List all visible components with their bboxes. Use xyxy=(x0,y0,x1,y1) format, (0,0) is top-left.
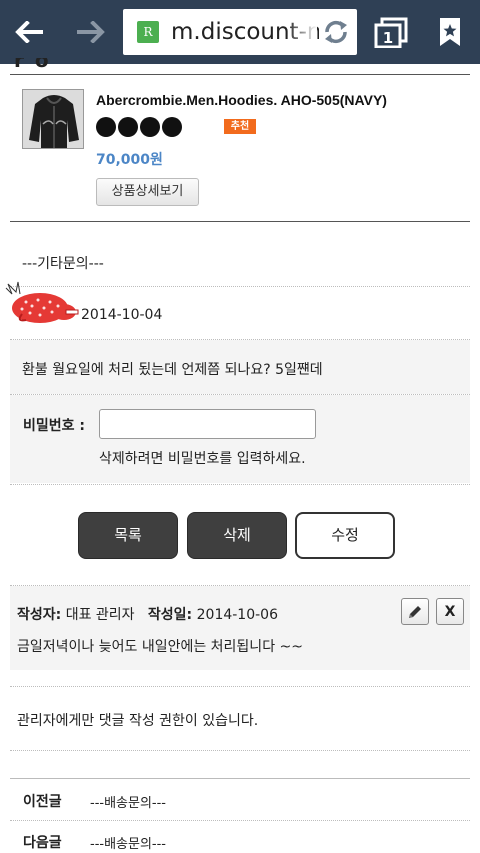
rating-dot xyxy=(118,117,138,137)
reply-meta: 작성자: 대표 관리자 작성일: 2014-10-06 xyxy=(17,604,278,624)
dotted-divider xyxy=(10,686,470,687)
product-thumbnail[interactable] xyxy=(22,89,84,149)
recommend-badge: 추천 xyxy=(224,119,256,134)
dotted-divider xyxy=(10,750,470,751)
password-help: 삭제하려면 비밀번호를 입력하세요. xyxy=(99,451,306,467)
post-content-box: 환불 월요일에 처리 됬는데 언제쯤 되나요? 5일쨴데 xyxy=(10,340,470,394)
forward-button[interactable] xyxy=(60,0,120,64)
reply-date-label: 작성일: xyxy=(147,607,193,623)
comment-permission-notice: 관리자에게만 댓글 작성 권한이 있습니다. xyxy=(17,713,259,729)
reply-author-label: 작성자: xyxy=(17,607,62,623)
post-content: 환불 월요일에 처리 됬는데 언제쯤 되나요? 5일쨴데 xyxy=(22,362,323,378)
divider xyxy=(10,221,470,222)
svg-text:1: 1 xyxy=(383,29,393,47)
bookmark-button[interactable] xyxy=(420,0,480,64)
site-favicon-icon: R xyxy=(137,21,159,43)
post-category: ---기타문의--- xyxy=(22,256,104,272)
edit-button[interactable]: 수정 xyxy=(295,512,395,559)
delete-button[interactable]: 삭제 xyxy=(187,512,287,559)
next-post-title[interactable]: ---배송문의--- xyxy=(90,833,166,852)
prev-post-title[interactable]: ---배송문의--- xyxy=(90,792,166,811)
pencil-icon xyxy=(409,605,421,618)
next-post-label: 다음글 xyxy=(23,835,62,851)
bookmark-icon xyxy=(440,18,460,46)
tabs-button[interactable]: 1 xyxy=(362,0,420,64)
reply-date: 2014-10-06 xyxy=(196,607,278,623)
password-input[interactable] xyxy=(99,409,316,439)
rating-dot xyxy=(162,117,182,137)
post-date: 2014-10-04 xyxy=(81,307,163,323)
rating-dots xyxy=(96,117,182,137)
reply-content: 금일저녁이나 늦어도 내일안에는 처리됩니다 ~~ xyxy=(17,639,303,655)
forward-arrow-icon xyxy=(77,21,105,43)
rating-dot xyxy=(96,117,116,137)
rating-dot xyxy=(140,117,160,137)
next-post-row[interactable]: 다음글 ---배송문의--- xyxy=(10,821,470,853)
back-button[interactable] xyxy=(0,0,60,64)
refresh-button[interactable] xyxy=(319,16,353,48)
dotted-divider xyxy=(10,484,470,485)
password-label: 비밀번호 : xyxy=(23,418,85,434)
divider xyxy=(10,778,470,779)
back-arrow-icon xyxy=(15,21,43,43)
refresh-icon xyxy=(325,20,347,44)
url-fade xyxy=(287,9,317,55)
partial-page-title: r o u xyxy=(14,58,64,68)
close-icon: X xyxy=(444,603,456,620)
prev-post-label: 이전글 xyxy=(23,794,62,810)
list-button[interactable]: 목록 xyxy=(78,512,178,559)
browser-toolbar: R m.discount-n 1 xyxy=(0,0,480,64)
product-price: 70,000원 xyxy=(96,152,163,168)
prev-post-row[interactable]: 이전글 ---배송문의--- xyxy=(10,780,470,820)
divider xyxy=(10,74,470,75)
address-bar[interactable]: R m.discount-n xyxy=(123,9,357,55)
delete-reply-button[interactable]: X xyxy=(436,598,464,625)
product-name[interactable]: Abercrombie.Men.Hoodies. AHO-505(NAVY) xyxy=(96,92,387,108)
product-detail-button[interactable]: 상품상세보기 xyxy=(96,178,199,206)
reply-author: 대표 관리자 xyxy=(65,607,135,623)
hoodie-image xyxy=(23,90,83,148)
edit-reply-button[interactable] xyxy=(401,598,429,625)
tabs-icon: 1 xyxy=(374,17,408,48)
